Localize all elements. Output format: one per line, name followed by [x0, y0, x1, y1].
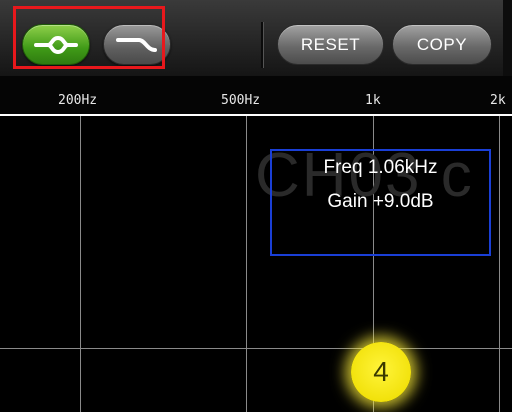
- grid-line: [246, 116, 247, 412]
- parameter-readout: Freq 1.06kHz Gain +9.0dB: [270, 149, 491, 256]
- freq-readout: Freq 1.06kHz: [323, 157, 438, 178]
- grid-line: [0, 348, 512, 349]
- frequency-axis: 200Hz 500Hz 1k 2k: [0, 76, 512, 116]
- freq-tick-label: 500Hz: [221, 93, 261, 108]
- freq-tick-label: 2k: [490, 93, 506, 108]
- toolbar-edge: [503, 0, 512, 76]
- freq-tick-label: 200Hz: [58, 93, 98, 108]
- filter-type-highlight: [13, 6, 165, 69]
- toolbar-divider: [261, 22, 263, 68]
- copy-button[interactable]: COPY: [392, 24, 492, 65]
- eq-toolbar: RESET COPY: [0, 0, 512, 76]
- grid-line: [499, 116, 500, 412]
- freq-tick-label: 1k: [365, 93, 381, 108]
- reset-button[interactable]: RESET: [277, 24, 384, 65]
- gain-readout: Gain +9.0dB: [327, 191, 434, 212]
- grid-line: [80, 116, 81, 412]
- eq-band-handle[interactable]: 4: [351, 342, 411, 402]
